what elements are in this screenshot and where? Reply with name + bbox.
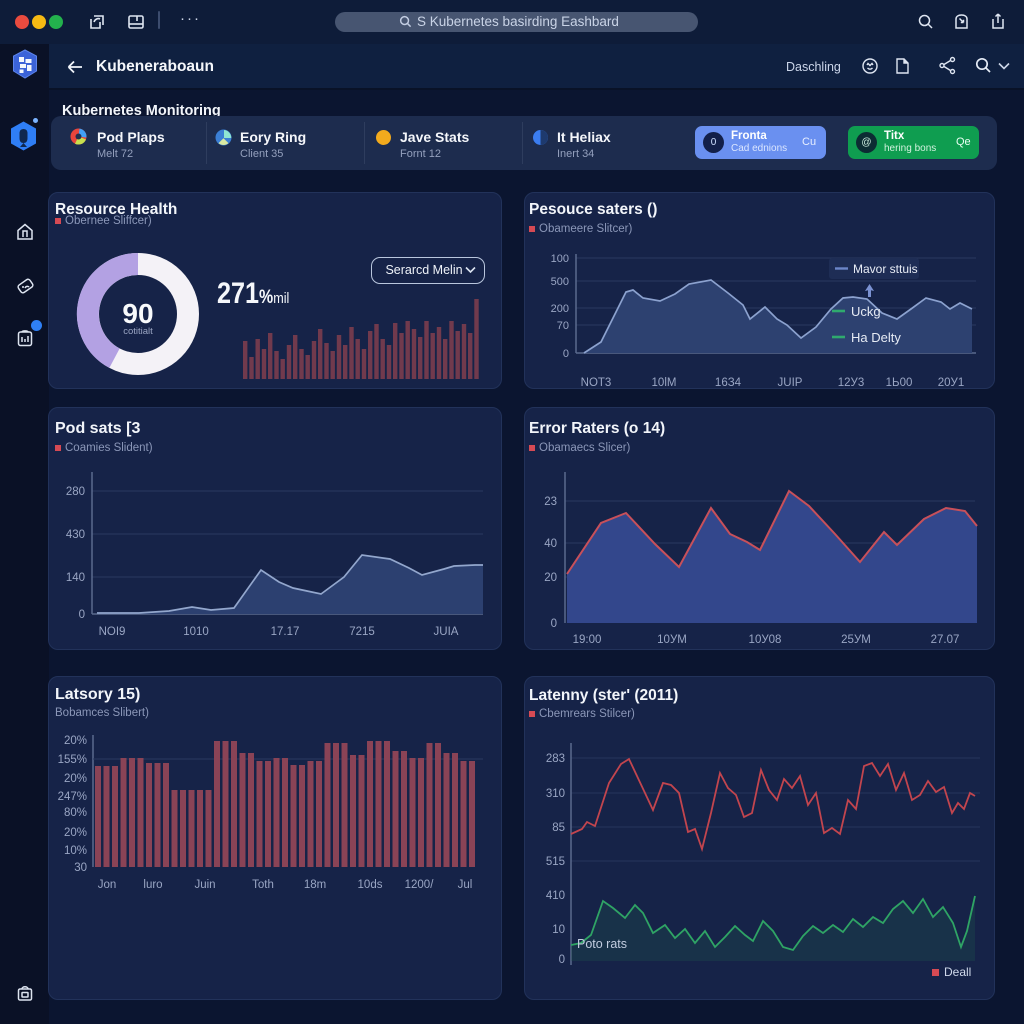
svg-text:515: 515 (546, 856, 565, 868)
svg-text:NOT3: NOT3 (581, 377, 612, 389)
svg-text:0: 0 (559, 954, 565, 966)
svg-text:17.17: 17.17 (271, 626, 300, 638)
svg-text:140: 140 (66, 572, 85, 584)
svg-text:0: 0 (551, 618, 557, 630)
svg-text:20: 20 (544, 572, 557, 584)
svg-text:310: 310 (546, 788, 565, 800)
svg-text:Juin: Juin (194, 879, 215, 891)
svg-text:Uckg: Uckg (851, 304, 881, 319)
svg-text:0: 0 (79, 609, 85, 621)
svg-text:Toth: Toth (252, 879, 274, 891)
svg-text:283: 283 (546, 753, 565, 765)
svg-text:JUIP: JUIP (778, 377, 803, 389)
svg-text:20%: 20% (64, 773, 87, 785)
svg-text:85: 85 (552, 822, 565, 834)
svg-text:10: 10 (552, 924, 565, 936)
svg-text:19:00: 19:00 (573, 634, 602, 646)
svg-text:20У1: 20У1 (938, 377, 965, 389)
svg-text:200: 200 (551, 303, 569, 315)
svg-text:1Ь00: 1Ь00 (886, 377, 913, 389)
svg-text:23: 23 (544, 496, 557, 508)
svg-text:280: 280 (66, 486, 85, 498)
svg-text:410: 410 (546, 890, 565, 902)
svg-text:Mavor sttuis: Mavor sttuis (853, 262, 918, 276)
svg-text:Jul: Jul (458, 879, 473, 891)
svg-text:10УM: 10УM (657, 634, 687, 646)
svg-text:1200/: 1200/ (405, 879, 435, 891)
svg-text:80%: 80% (64, 807, 87, 819)
svg-text:40: 40 (544, 538, 557, 550)
svg-text:155%: 155% (58, 754, 87, 766)
svg-text:430: 430 (66, 529, 85, 541)
svg-text:JUIA: JUIA (434, 626, 459, 638)
svg-text:247%: 247% (58, 791, 87, 803)
svg-text:500: 500 (551, 276, 569, 288)
svg-text:Jon: Jon (98, 879, 117, 891)
svg-text:70: 70 (557, 320, 569, 332)
svg-text:cotitialt: cotitialt (123, 326, 153, 337)
svg-text:luro: luro (143, 879, 162, 891)
svg-text:10lM: 10lM (652, 377, 677, 389)
svg-text:Poto rats: Poto rats (577, 937, 627, 951)
svg-text:10%: 10% (64, 845, 87, 857)
svg-text:1010: 1010 (183, 626, 209, 638)
svg-text:7215: 7215 (349, 626, 375, 638)
svg-text:90: 90 (122, 298, 153, 329)
svg-text:12У3: 12У3 (838, 377, 865, 389)
svg-text:27.07: 27.07 (931, 634, 960, 646)
svg-text:NOI9: NOI9 (99, 626, 126, 638)
svg-text:100: 100 (551, 253, 569, 265)
svg-text:Ha Delty: Ha Delty (851, 330, 901, 345)
svg-text:10У08: 10У08 (749, 634, 782, 646)
svg-text:16З4: 16З4 (715, 377, 742, 389)
svg-text:0: 0 (563, 348, 569, 360)
svg-text:18m: 18m (304, 879, 326, 891)
svg-text:25УM: 25УM (841, 634, 871, 646)
svg-text:10ds: 10ds (358, 879, 383, 891)
svg-text:20%: 20% (64, 827, 87, 839)
svg-text:Deall: Deall (944, 965, 971, 979)
svg-text:20%: 20% (64, 735, 87, 747)
svg-text:30: 30 (74, 862, 87, 874)
